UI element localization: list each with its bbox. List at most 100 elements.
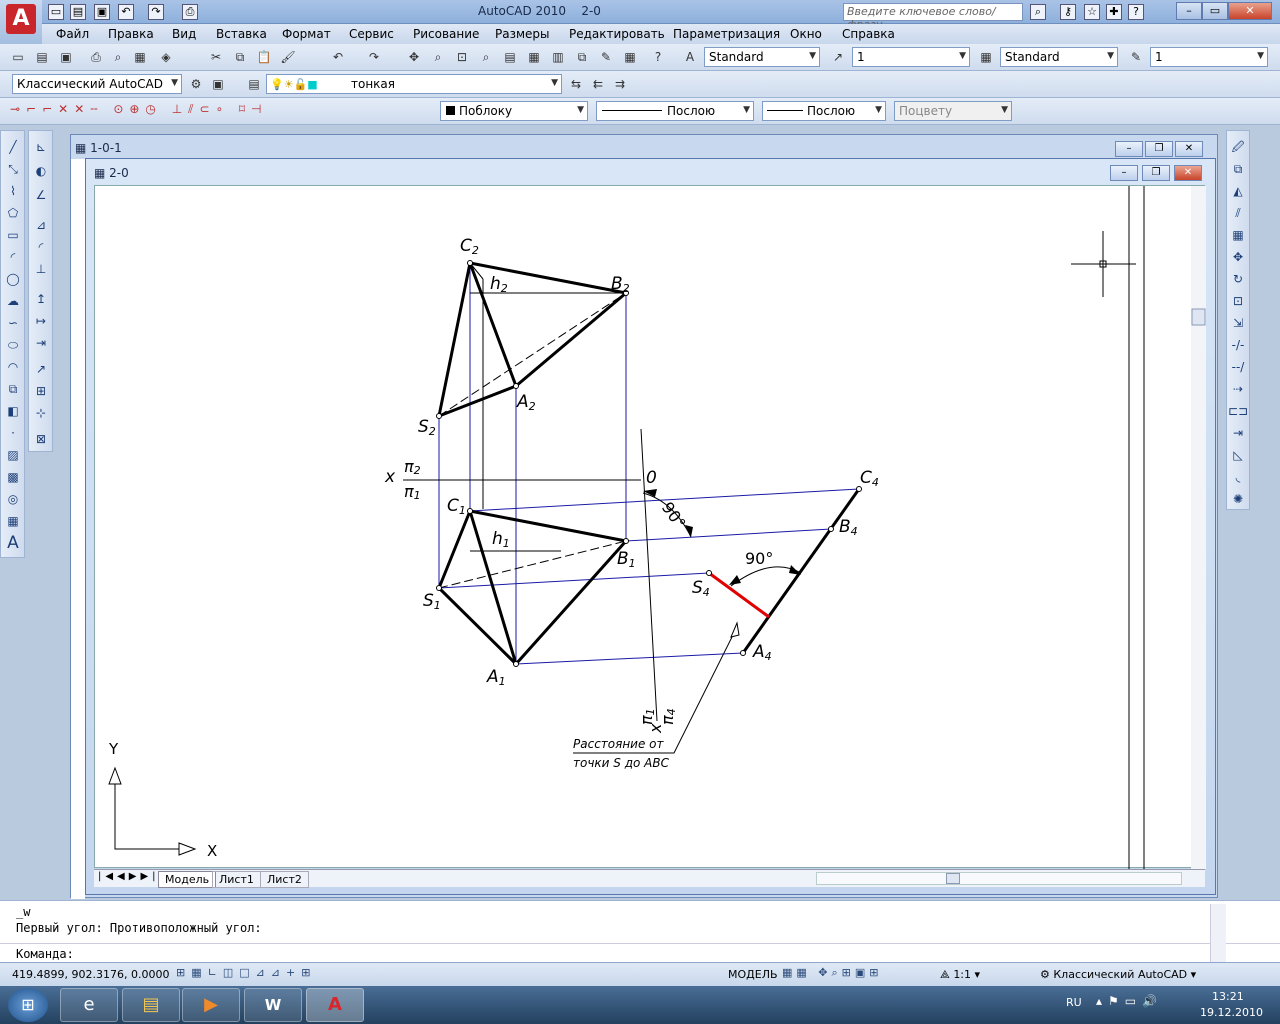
command-window[interactable]: _w Первый угол: Противоположный угол: Ко… bbox=[0, 900, 1280, 962]
command-scrollbar[interactable] bbox=[1210, 904, 1226, 962]
hatch-icon[interactable]: ▨ bbox=[3, 445, 23, 465]
horizontal-scroll-thumb[interactable] bbox=[946, 873, 960, 884]
redo-icon[interactable]: ↷ bbox=[364, 47, 384, 67]
rectangle-icon[interactable]: ▭ bbox=[3, 225, 23, 245]
copy-icon[interactable]: ⧉ bbox=[230, 47, 250, 67]
extend-icon[interactable]: --/ bbox=[1228, 357, 1248, 377]
dim-style-icon[interactable]: ↗ bbox=[828, 47, 848, 67]
workspace-switch[interactable]: ⚙ Классический AutoCAD ▾ bbox=[1040, 968, 1196, 981]
annotation-scale[interactable]: ⟁ 1:1 ▾ bbox=[940, 968, 980, 982]
model-toggle[interactable]: МОДЕЛЬ bbox=[728, 968, 778, 981]
front-minimize-button[interactable]: – bbox=[1110, 165, 1138, 181]
baseline-dim-icon[interactable]: ↥ bbox=[31, 289, 51, 309]
multiline-text-icon[interactable]: A bbox=[3, 533, 23, 553]
break-at-point-icon[interactable]: ⇢ bbox=[1228, 379, 1248, 399]
cut-icon[interactable]: ✂ bbox=[206, 47, 226, 67]
trim-icon[interactable]: -/- bbox=[1228, 335, 1248, 355]
aligned-dim-icon[interactable]: ⊿ bbox=[31, 215, 51, 235]
menu-edit[interactable]: Правка bbox=[108, 27, 154, 41]
chamfer-icon[interactable]: ◺ bbox=[1228, 445, 1248, 465]
tool-palettes-icon[interactable]: ▥ bbox=[548, 47, 568, 67]
rotate-icon[interactable]: ↻ bbox=[1228, 269, 1248, 289]
offset-icon[interactable]: ⫽ bbox=[1228, 203, 1248, 223]
sheet-set-icon[interactable]: ⧉ bbox=[572, 47, 592, 67]
menu-window[interactable]: Окно bbox=[790, 27, 822, 41]
insert-block-icon[interactable]: ⧉ bbox=[3, 379, 23, 399]
menu-dimension[interactable]: Размеры bbox=[495, 27, 550, 41]
menu-help[interactable]: Справка bbox=[842, 27, 895, 41]
fillet-icon[interactable]: ◟ bbox=[1228, 467, 1248, 487]
erase-icon[interactable]: 🖉 bbox=[1228, 137, 1248, 157]
lineweight-select[interactable]: Послою bbox=[762, 101, 886, 121]
pan-icon[interactable]: ✥ bbox=[404, 47, 424, 67]
start-button[interactable]: ⊞ bbox=[8, 988, 48, 1022]
redo-icon[interactable]: ↷ bbox=[148, 4, 164, 20]
explode-icon[interactable]: ✺ bbox=[1228, 489, 1248, 509]
menu-insert[interactable]: Вставка bbox=[216, 27, 267, 41]
angular-dim-icon[interactable]: ∠ bbox=[31, 185, 51, 205]
tab-sheet1[interactable]: Лист1 bbox=[212, 871, 261, 888]
plot-icon[interactable]: ⎙ bbox=[86, 47, 106, 67]
menu-parametric[interactable]: Параметризация bbox=[673, 27, 780, 41]
coordinates-display[interactable]: 419.4899, 902.3176, 0.0000 bbox=[12, 968, 169, 981]
mirror-icon[interactable]: ◭ bbox=[1228, 181, 1248, 201]
save-icon[interactable]: ▣ bbox=[94, 4, 110, 20]
construction-line-icon[interactable]: ⤡ bbox=[3, 159, 23, 179]
radius-dim-icon[interactable]: ◐ bbox=[31, 161, 51, 181]
vertical-scrollbar[interactable] bbox=[1191, 186, 1206, 869]
tab-nav-arrows[interactable]: |◀◀▶▶| bbox=[98, 871, 160, 882]
workspace-select[interactable]: Классический AutoCAD bbox=[12, 74, 182, 94]
media-player-taskbar-icon[interactable]: ▶ bbox=[182, 988, 240, 1022]
circle-icon[interactable]: ◯ bbox=[3, 269, 23, 289]
command-prompt[interactable]: Команда: bbox=[16, 947, 74, 961]
new-icon[interactable]: ▭ bbox=[48, 4, 64, 20]
continue-dim-icon[interactable]: ↦ bbox=[31, 311, 51, 331]
ellipse-arc-icon[interactable]: ◠ bbox=[3, 357, 23, 377]
zoom-window-icon[interactable]: ⊡ bbox=[452, 47, 472, 67]
dim-edit-icon[interactable]: ⊠ bbox=[31, 429, 51, 449]
text-style-select[interactable]: Standard bbox=[704, 47, 820, 67]
publish-icon[interactable]: ▦ bbox=[130, 47, 150, 67]
line-icon[interactable]: ╱ bbox=[3, 137, 23, 157]
make-current-layer-icon[interactable]: ⇆ bbox=[566, 74, 586, 94]
polygon-icon[interactable]: ⬠ bbox=[3, 203, 23, 223]
back-minimize-button[interactable]: – bbox=[1115, 141, 1143, 157]
explorer-taskbar-icon[interactable]: ▤ bbox=[122, 988, 180, 1022]
move-icon[interactable]: ✥ bbox=[1228, 247, 1248, 267]
table-style-icon[interactable]: ▦ bbox=[976, 47, 996, 67]
undo-icon[interactable]: ↶ bbox=[328, 47, 348, 67]
revision-cloud-icon[interactable]: ☁ bbox=[3, 291, 23, 311]
color-select[interactable]: Поблоку bbox=[440, 101, 588, 121]
copy-object-icon[interactable]: ⧉ bbox=[1228, 159, 1248, 179]
menu-format[interactable]: Формат bbox=[282, 27, 331, 41]
zoom-previous-icon[interactable]: ⌕ bbox=[476, 47, 496, 67]
tray-icons[interactable]: ▴⚑▭🔊 bbox=[1096, 994, 1163, 1008]
undo-icon[interactable]: ↶ bbox=[118, 4, 134, 20]
layer-manager-icon[interactable]: ▤ bbox=[244, 74, 264, 94]
3d-dwf-icon[interactable]: ◈ bbox=[156, 47, 176, 67]
application-menu-button[interactable]: A bbox=[0, 0, 42, 44]
match-properties-icon[interactable]: 🖌 bbox=[278, 47, 298, 67]
autocad-taskbar-icon[interactable]: A bbox=[306, 988, 364, 1022]
paste-icon[interactable]: 📋 bbox=[254, 47, 274, 67]
dim-scale-select[interactable]: 1 bbox=[852, 47, 970, 67]
linear-dim-icon[interactable]: ⊾ bbox=[31, 137, 51, 157]
back-close-button[interactable]: ✕ bbox=[1175, 141, 1203, 157]
print-icon[interactable]: ⎙ bbox=[182, 4, 198, 20]
drawing-svg[interactable]: C2 B2 A2 S2 h2 C1 B1 A1 S1 h1 C4 B4 A4 S… bbox=[95, 186, 1206, 869]
drafting-settings-toggles[interactable]: ⊞▦∟◫□⊿⊿+⊞ bbox=[176, 966, 316, 979]
help-icon[interactable]: ? bbox=[1128, 4, 1144, 20]
spline-icon[interactable]: ∽ bbox=[3, 313, 23, 333]
tab-model[interactable]: Модель bbox=[158, 871, 217, 888]
maximize-button[interactable]: ▭ bbox=[1202, 2, 1228, 20]
design-center-icon[interactable]: ▦ bbox=[524, 47, 544, 67]
scale-icon[interactable]: ⊡ bbox=[1228, 291, 1248, 311]
save-icon[interactable]: ▣ bbox=[56, 47, 76, 67]
menu-tools[interactable]: Сервис bbox=[349, 27, 394, 41]
text-style-icon[interactable]: A bbox=[680, 47, 700, 67]
zoom-realtime-icon[interactable]: ⌕ bbox=[428, 47, 448, 67]
word-taskbar-icon[interactable]: W bbox=[244, 988, 302, 1022]
ellipse-icon[interactable]: ⬭ bbox=[3, 335, 23, 355]
back-restore-button[interactable]: ❐ bbox=[1145, 141, 1173, 157]
linetype-select[interactable]: Послою bbox=[596, 101, 754, 121]
